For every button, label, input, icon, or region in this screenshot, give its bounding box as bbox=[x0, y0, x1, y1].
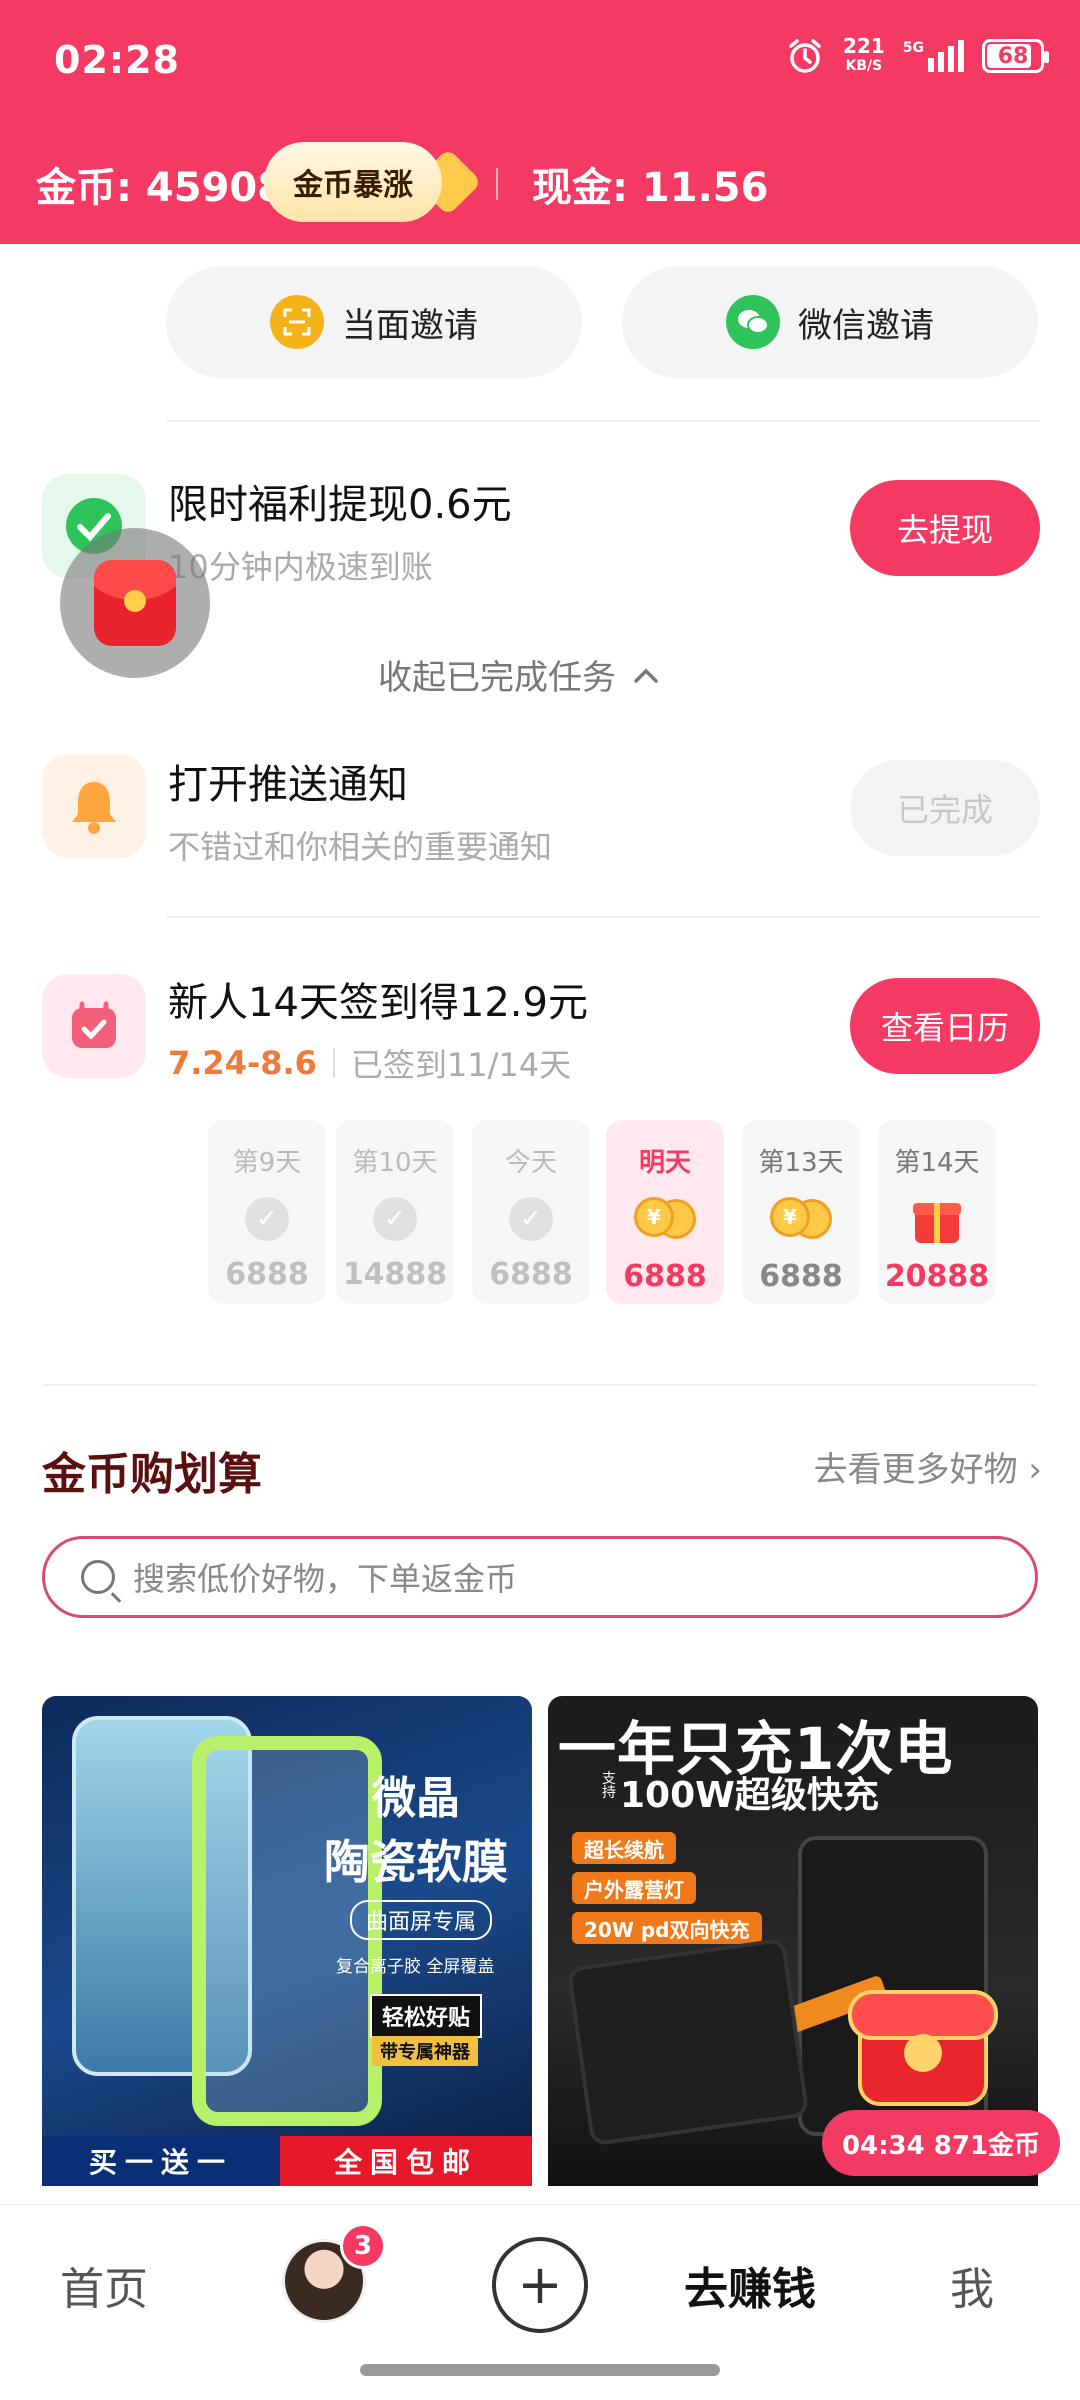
product-sub: 100W超级快充 bbox=[620, 1775, 879, 1816]
withdraw-button[interactable]: 去提现 bbox=[850, 480, 1040, 576]
status-icons: 221 KB/S 5G 68 bbox=[785, 36, 1049, 76]
gift-icon bbox=[913, 1195, 961, 1243]
chevron-up-icon bbox=[634, 668, 658, 683]
product-feature-tag: 户外露营灯 bbox=[572, 1872, 696, 1904]
plus-icon[interactable]: + bbox=[492, 2237, 588, 2333]
signin-dates: 7.24-8.6 bbox=[168, 1044, 317, 1082]
nav-home[interactable]: 首页 bbox=[60, 2253, 148, 2317]
search-icon bbox=[81, 1560, 115, 1594]
search-placeholder: 搜索低价好物，下单返金币 bbox=[133, 1560, 518, 1598]
top-header: 02:28 221 KB/S 5G 68 金币: 45908 金币暴涨 现金: … bbox=[0, 0, 1080, 244]
task-title: 新人14天签到得12.9元 bbox=[168, 980, 588, 1026]
signin-day-card[interactable]: 第10天 ✓ 14888 bbox=[336, 1120, 454, 1304]
product-small-text: 复合离子胶 全屏覆盖 bbox=[336, 1957, 495, 1977]
signin-day-card[interactable]: 第9天 ✓ 6888 bbox=[208, 1120, 326, 1304]
search-input[interactable]: 搜索低价好物，下单返金币 bbox=[42, 1536, 1038, 1618]
status-time: 02:28 bbox=[54, 38, 180, 82]
task-subtitle: 10分钟内极速到账 bbox=[168, 548, 433, 586]
task-title: 打开推送通知 bbox=[168, 762, 408, 808]
calendar-icon bbox=[72, 1001, 116, 1048]
day-label: 第14天 bbox=[894, 1148, 980, 1178]
treasure-chest-icon[interactable] bbox=[848, 1990, 998, 2110]
day-label: 今天 bbox=[504, 1148, 557, 1178]
red-packet-float-button[interactable] bbox=[60, 528, 210, 678]
powerbank-image bbox=[566, 1937, 810, 2147]
day-value: 14888 bbox=[342, 1257, 448, 1292]
signin-day-card[interactable]: 今天 ✓ 6888 bbox=[472, 1120, 590, 1304]
check-icon: ✓ bbox=[373, 1197, 417, 1241]
day-label: 明天 bbox=[638, 1148, 691, 1178]
product-card[interactable]: 微晶 陶瓷软膜 曲面屏专属 复合离子胶 全屏覆盖 轻松好贴 带专属神器 买一送一… bbox=[42, 1696, 532, 2186]
scan-icon bbox=[270, 295, 324, 349]
product-line1: 微晶 bbox=[372, 1773, 460, 1824]
divider bbox=[332, 1048, 335, 1078]
product-support: 支持 bbox=[602, 1771, 616, 1801]
notification-badge: 3 bbox=[340, 2223, 386, 2269]
home-indicator bbox=[360, 2364, 720, 2376]
product-feature-tag: 超长续航 bbox=[572, 1832, 676, 1864]
signin-day-card[interactable]: 第14天 20888 bbox=[878, 1120, 996, 1304]
alarm-icon bbox=[789, 39, 821, 73]
coin-stack-icon: ¥ bbox=[766, 1195, 836, 1243]
signin-day-card[interactable]: 第13天 ¥ 6888 bbox=[742, 1120, 860, 1304]
signin-day-card[interactable]: 明天 ¥ 6888 bbox=[606, 1120, 724, 1304]
check-icon: ✓ bbox=[245, 1197, 289, 1241]
divider bbox=[166, 916, 1040, 918]
battery-level: 68 bbox=[997, 43, 1029, 69]
product-line2: 陶瓷软膜 bbox=[324, 1835, 508, 1889]
collapse-label: 收起已完成任务 bbox=[378, 658, 616, 698]
face-invite-label: 当面邀请 bbox=[342, 305, 478, 346]
task-title: 限时福利提现0.6元 bbox=[168, 482, 512, 528]
completed-button[interactable]: 已完成 bbox=[850, 760, 1040, 856]
net-speed: 221 KB/S bbox=[843, 36, 885, 76]
network-type: 5G bbox=[902, 40, 924, 56]
product-feature-tag: 20W pd双向快充 bbox=[572, 1912, 762, 1944]
day-value: 6888 bbox=[623, 1259, 707, 1294]
see-more-link[interactable]: 去看更多好物 › bbox=[814, 1442, 1042, 1491]
task-subtitle: 不错过和你相关的重要通知 bbox=[168, 828, 553, 866]
day-value: 6888 bbox=[225, 1257, 309, 1292]
net-speed-unit: KB/S bbox=[845, 58, 883, 74]
signin-progress: 已签到11/14天 bbox=[350, 1046, 572, 1084]
promo-ribbon: 买一送一 bbox=[42, 2136, 280, 2186]
product-tag: 曲面屏专属 bbox=[350, 1900, 493, 1940]
view-calendar-button[interactable]: 查看日历 bbox=[850, 978, 1040, 1074]
red-packet-icon bbox=[94, 560, 176, 646]
nav-earn[interactable]: 去赚钱 bbox=[684, 2253, 816, 2317]
net-speed-value: 221 bbox=[843, 34, 885, 58]
section-title: 金币购划算 bbox=[42, 1449, 262, 1500]
wechat-icon bbox=[726, 295, 780, 349]
collapse-completed-toggle[interactable]: 收起已完成任务 bbox=[378, 650, 660, 699]
coins-balance[interactable]: 金币: 45908 bbox=[36, 155, 285, 213]
cash-balance[interactable]: 现金: 11.56 bbox=[532, 155, 768, 213]
day-value: 20888 bbox=[884, 1259, 990, 1294]
check-icon: ✓ bbox=[509, 1197, 553, 1241]
product-badge: 轻松好贴 bbox=[370, 1994, 483, 2038]
header-divider bbox=[496, 168, 498, 200]
day-label: 第13天 bbox=[758, 1148, 844, 1178]
coin-stack-icon: ¥ bbox=[630, 1195, 700, 1243]
day-label: 第10天 bbox=[352, 1148, 438, 1178]
product-badge: 带专属神器 bbox=[372, 2036, 478, 2066]
battery-icon: 68 bbox=[982, 39, 1049, 73]
notification-task-icon bbox=[42, 754, 146, 858]
promo-ribbon: 全国包邮 bbox=[280, 2136, 532, 2186]
divider bbox=[166, 420, 1040, 422]
signal-icon: 5G bbox=[903, 40, 964, 72]
wechat-invite-button[interactable]: 微信邀请 bbox=[622, 266, 1038, 378]
day-value: 6888 bbox=[489, 1257, 573, 1292]
wechat-invite-label: 微信邀请 bbox=[798, 305, 934, 346]
nav-me[interactable]: 我 bbox=[950, 2253, 994, 2317]
day-label: 第9天 bbox=[232, 1148, 302, 1178]
coin-boost-button[interactable]: 金币暴涨 bbox=[264, 142, 442, 222]
signin-task-icon bbox=[42, 974, 146, 1078]
divider bbox=[42, 1384, 1038, 1386]
face-invite-button[interactable]: 当面邀请 bbox=[166, 266, 582, 378]
coin-timer-badge[interactable]: 04:34 871金币 bbox=[822, 2110, 1060, 2176]
bell-icon bbox=[72, 782, 116, 834]
signin-subtitle: 7.24-8.6 已签到11/14天 bbox=[168, 1040, 571, 1086]
day-value: 6888 bbox=[759, 1259, 843, 1294]
